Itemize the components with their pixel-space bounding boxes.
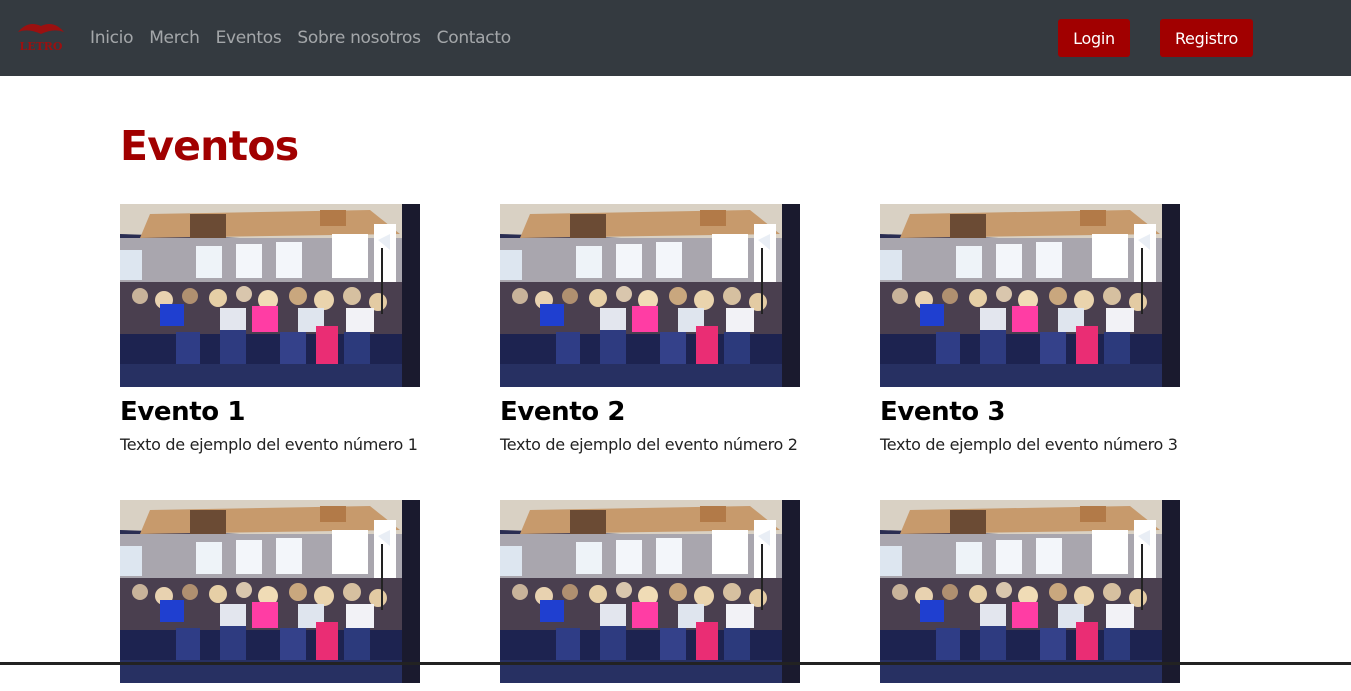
svg-text:LETRO: LETRO xyxy=(19,40,62,53)
main-nav: Inicio Merch Eventos Sobre nosotros Cont… xyxy=(90,0,511,76)
navbar: LETRO Inicio Merch Eventos Sobre nosotro… xyxy=(0,0,1351,76)
event-title: Evento 3 xyxy=(880,397,1006,427)
event-description: Texto de ejemplo del evento número 3 xyxy=(880,435,1178,454)
event-card-1[interactable]: Evento 1 Texto de ejemplo del evento núm… xyxy=(120,204,450,454)
nav-link-contacto[interactable]: Contacto xyxy=(437,28,511,48)
event-image xyxy=(120,204,420,387)
event-image xyxy=(500,500,800,683)
event-description: Texto de ejemplo del evento número 2 xyxy=(500,435,798,454)
event-title: Evento 1 xyxy=(120,397,246,427)
brand-logo-icon: LETRO xyxy=(18,24,64,53)
nav-link-inicio[interactable]: Inicio xyxy=(90,28,133,48)
event-image xyxy=(120,500,420,683)
event-image xyxy=(500,204,800,387)
login-button[interactable]: Login xyxy=(1058,19,1130,57)
nav-link-eventos[interactable]: Eventos xyxy=(216,28,282,48)
event-title: Evento 2 xyxy=(500,397,626,427)
event-image xyxy=(880,500,1180,683)
brand-logo[interactable]: LETRO xyxy=(14,18,68,58)
nav-link-merch[interactable]: Merch xyxy=(149,28,200,48)
page-title: Eventos xyxy=(120,122,299,170)
nav-link-sobre-nosotros[interactable]: Sobre nosotros xyxy=(297,28,421,48)
event-image xyxy=(880,204,1180,387)
event-card-2[interactable]: Evento 2 Texto de ejemplo del evento núm… xyxy=(500,204,830,454)
event-description: Texto de ejemplo del evento número 1 xyxy=(120,435,418,454)
register-button[interactable]: Registro xyxy=(1160,19,1253,57)
event-card-3[interactable]: Evento 3 Texto de ejemplo del evento núm… xyxy=(880,204,1210,454)
